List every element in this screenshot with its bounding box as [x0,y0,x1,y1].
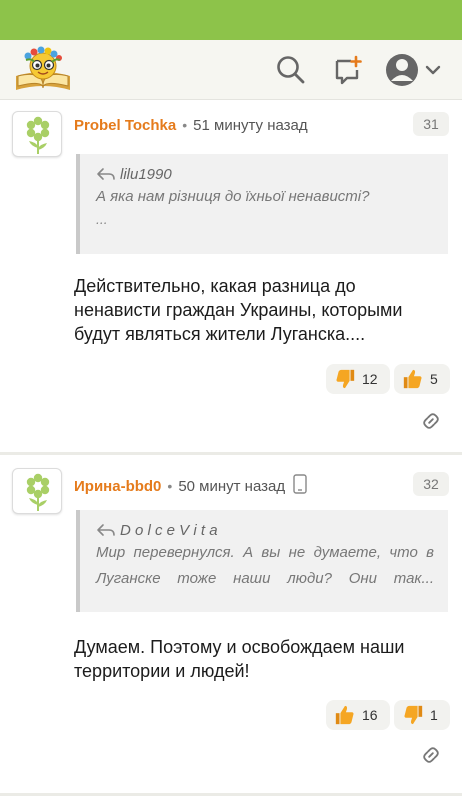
site-header [0,40,462,100]
comment-text: Думаем. Поэтому и освобождаем наши терри… [74,635,454,683]
user-menu[interactable] [385,52,445,88]
dislike-count: 1 [430,707,438,723]
dislike-button[interactable]: 1 [394,700,450,730]
thumbs-up-icon [403,369,422,389]
new-post-button[interactable] [331,54,363,86]
quote-block: D o l c e V i t a Мир перевернулся. А вы… [76,510,448,612]
comment-number[interactable]: 31 [413,112,449,136]
commenter-avatar[interactable] [12,468,62,514]
comment-number[interactable]: 32 [413,472,449,496]
reply-arrow-icon [97,524,115,536]
quote-author[interactable]: lilu1990 [96,164,434,184]
link-icon [423,413,439,429]
comment-author[interactable]: Probel Tochka [74,117,176,134]
daisy-avatar-icon [26,473,50,511]
site-logo[interactable] [12,46,74,94]
reply-arrow-icon [97,168,115,180]
comment-31: Probel Tochka • 51 минуту назад 31 lilu1… [0,100,462,452]
permalink-button[interactable] [420,410,442,432]
like-count: 5 [430,371,438,387]
quote-author[interactable]: D o l c e V i t a [96,520,434,540]
comment-text-line: Думаем. Поэтому и освобождаем наши [74,637,405,657]
quote-text: А яка нам різниця до їхньої ненависті? [96,188,370,205]
like-count: 16 [362,707,378,723]
top-status-strip [0,0,462,40]
search-button[interactable] [275,54,307,86]
comment-meta: Ирина-bbd0 • 50 минут назад [74,474,307,498]
quote-author-name: lilu1990 [120,165,172,183]
thumbs-up-icon [335,705,354,725]
books-mascot-logo-icon [16,46,70,90]
comment-text: Действительно, какая разница до ненавист… [74,274,454,346]
thumbs-down-icon [404,705,423,725]
quote-more[interactable]: ... [96,210,434,228]
link-icon [423,747,439,763]
commenter-avatar[interactable] [12,111,62,157]
search-icon [277,56,305,84]
quote-author-name: D o l c e V i t a [120,521,218,539]
meta-separator: • [167,478,173,494]
mobile-phone-icon [293,474,307,498]
comment-meta: Probel Tochka • 51 минуту назад [74,115,308,135]
like-button[interactable]: 5 [394,364,450,394]
comment-divider [0,793,462,796]
comment-author[interactable]: Ирина-bbd0 [74,478,161,495]
quote-block: lilu1990 А яка нам різниця до їхньої нен… [76,154,448,254]
user-avatar-icon [386,54,441,86]
comment-text-line: территории и людей! [74,661,250,681]
daisy-avatar-icon [26,116,50,154]
comment-time[interactable]: 50 минут назад [178,478,285,495]
comment-text-line: ненависти граждан Украины, которыми [74,300,403,320]
comment-time[interactable]: 51 минуту назад [193,117,307,134]
comment-text-line: будут являться жители Луганска.... [74,324,366,344]
comment-32: Ирина-bbd0 • 50 минут назад 32 D o l c e… [0,455,462,800]
quote-text[interactable]: Луганске тоже наши люди? Они так... [96,566,434,592]
thumbs-down-icon [336,369,355,389]
new-post-icon [335,55,362,85]
meta-separator: • [182,117,188,133]
dislike-count: 12 [362,371,378,387]
permalink-button[interactable] [420,744,442,766]
quote-text: Мир перевернулся. А вы не думаете, что в [96,544,434,561]
dislike-button[interactable]: 12 [326,364,390,394]
like-button[interactable]: 16 [326,700,390,730]
comment-text-line: Действительно, какая разница до [74,276,356,296]
